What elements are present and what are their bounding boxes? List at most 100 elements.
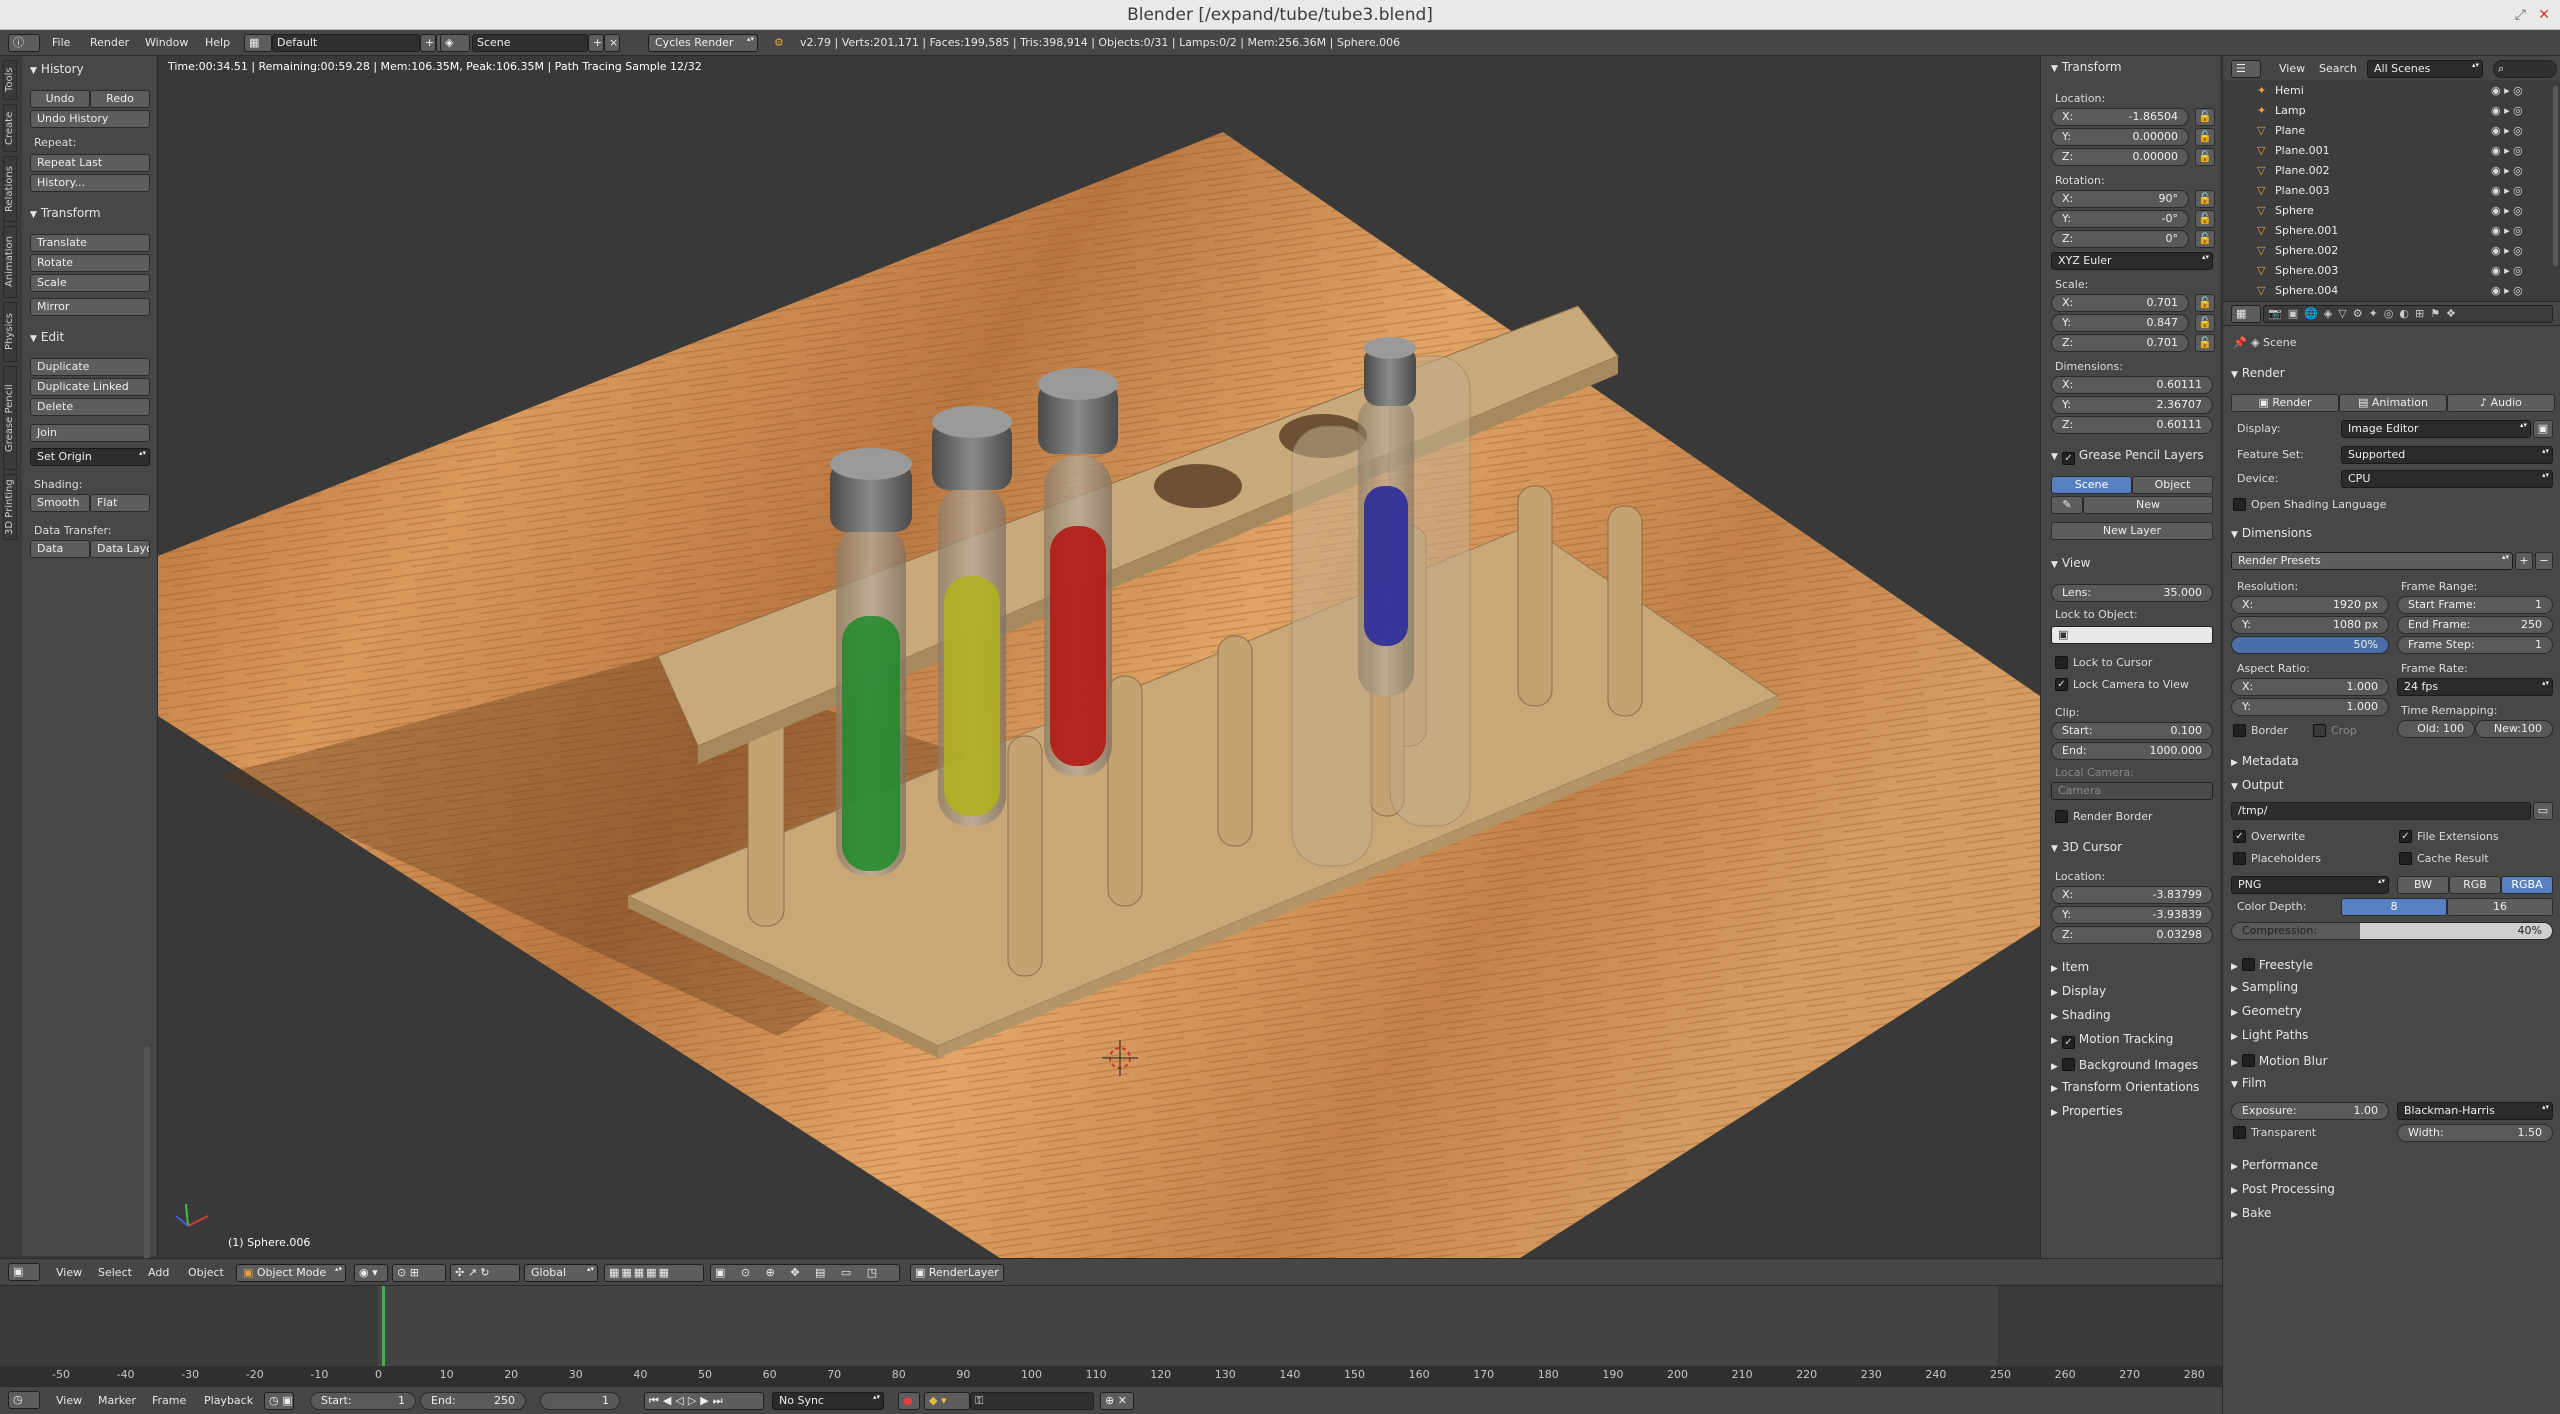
visibility-icon[interactable]: ◉ ▸ ◎ bbox=[2491, 164, 2523, 177]
data-button[interactable]: Data bbox=[30, 540, 90, 558]
add-scene-icon[interactable]: + bbox=[588, 34, 604, 52]
menu-help[interactable]: Help bbox=[205, 34, 230, 52]
aspect-x-field[interactable]: X: 1.000 bbox=[2231, 678, 2389, 696]
set-origin-select[interactable]: Set Origin bbox=[30, 448, 150, 466]
add-preset-icon[interactable]: + bbox=[2515, 552, 2533, 570]
transform-panel-header[interactable]: ▼ Transform bbox=[2051, 60, 2122, 74]
new-layer-button[interactable]: New Layer bbox=[2051, 522, 2213, 540]
history-panel-header[interactable]: ▼ History bbox=[30, 62, 84, 76]
outliner-item[interactable]: ▽ Sphere ◉ ▸ ◎ bbox=[2223, 202, 2548, 222]
film-panel-header[interactable]: ▼ Film bbox=[2231, 1076, 2266, 1090]
cache-result-checkbox[interactable] bbox=[2399, 852, 2412, 865]
menu-select[interactable]: Select bbox=[98, 1264, 132, 1282]
properties-panel-header[interactable]: ▶ Properties bbox=[2051, 1104, 2123, 1118]
aspect-y-field[interactable]: Y: 1.000 bbox=[2231, 698, 2389, 716]
grease-scene-toggle[interactable]: Scene bbox=[2051, 476, 2132, 494]
visibility-icon[interactable]: ◉ ▸ ◎ bbox=[2491, 84, 2523, 97]
cursor-x-field[interactable]: X: -3.83799 bbox=[2051, 886, 2213, 904]
visibility-icon[interactable]: ◉ ▸ ◎ bbox=[2491, 124, 2523, 137]
visibility-icon[interactable]: ◉ ▸ ◎ bbox=[2491, 224, 2523, 237]
keying-icons[interactable]: ◆ ▾ bbox=[924, 1392, 970, 1410]
color-bw-toggle[interactable]: BW bbox=[2397, 876, 2449, 894]
outliner-editor-type-icon[interactable]: ☰ bbox=[2231, 60, 2261, 78]
visibility-icon[interactable]: ◉ ▸ ◎ bbox=[2491, 104, 2523, 117]
motion-tracking-panel-header[interactable]: ▶ ✓ Motion Tracking bbox=[2051, 1032, 2173, 1049]
dimensions-z-field[interactable]: Z: 0.60111 bbox=[2051, 416, 2213, 434]
rotation-y-field[interactable]: Y: -0° bbox=[2051, 210, 2189, 228]
location-x-field[interactable]: X: -1.86504 bbox=[2051, 108, 2189, 126]
menu-render[interactable]: Render bbox=[90, 34, 129, 52]
delete-button[interactable]: Delete bbox=[30, 398, 150, 416]
transform-panel-header[interactable]: ▼ Transform bbox=[30, 206, 101, 220]
osl-checkbox[interactable] bbox=[2233, 498, 2246, 511]
lock-to-object-field[interactable]: ▣ bbox=[2051, 626, 2213, 644]
time-remap-new-field[interactable]: New:100 bbox=[2475, 720, 2553, 738]
scale-z-field[interactable]: Z: 0.701 bbox=[2051, 334, 2189, 352]
timeline-end-field[interactable]: End: 250 bbox=[420, 1392, 526, 1410]
grease-new-button[interactable]: New bbox=[2083, 496, 2213, 514]
tool-shelf-scrollbar[interactable] bbox=[144, 1046, 150, 1266]
view3d-editor-type-icon[interactable]: ▣ bbox=[8, 1263, 40, 1281]
record-icon[interactable]: ● bbox=[898, 1392, 920, 1410]
scene-field[interactable]: Scene bbox=[472, 34, 588, 52]
viewport-3d[interactable]: Time:00:34.51 | Remaining:00:59.28 | Mem… bbox=[158, 56, 2040, 1258]
outliner-item[interactable]: ▽ Sphere.003 ◉ ▸ ◎ bbox=[2223, 262, 2548, 282]
insert-delete-keyframe-icons[interactable]: ⊕ ✕ bbox=[1100, 1392, 1134, 1410]
join-button[interactable]: Join bbox=[30, 424, 150, 442]
folder-icon[interactable]: ▭ bbox=[2533, 802, 2553, 820]
history-button[interactable]: History... bbox=[30, 174, 150, 192]
outliner-item[interactable]: ▽ Sphere.001 ◉ ▸ ◎ bbox=[2223, 222, 2548, 242]
depth-8-toggle[interactable]: 8 bbox=[2341, 898, 2447, 916]
cursor-y-field[interactable]: Y: -3.93839 bbox=[2051, 906, 2213, 924]
viewport-shading-icon[interactable]: ◉ ▾ bbox=[354, 1264, 388, 1282]
mirror-button[interactable]: Mirror bbox=[30, 298, 150, 316]
sampling-panel-header[interactable]: ▶ Sampling bbox=[2231, 980, 2298, 994]
timeline-menu-frame[interactable]: Frame bbox=[152, 1392, 186, 1410]
menu-add[interactable]: Add bbox=[148, 1264, 169, 1282]
tab-animation[interactable]: Animation bbox=[3, 226, 17, 298]
dimensions-y-field[interactable]: Y: 2.36707 bbox=[2051, 396, 2213, 414]
outliner-search-input[interactable]: ⌕ bbox=[2493, 60, 2557, 78]
start-frame-field[interactable]: Start Frame: 1 bbox=[2397, 596, 2553, 614]
rotation-mode-select[interactable]: XYZ Euler bbox=[2051, 252, 2213, 270]
placeholders-checkbox[interactable] bbox=[2233, 852, 2246, 865]
timeline-menu-view[interactable]: View bbox=[56, 1392, 82, 1410]
data-layout-button[interactable]: Data Layo bbox=[90, 540, 150, 558]
tab-tools[interactable]: Tools bbox=[3, 60, 17, 100]
properties-context-tabs[interactable]: 📷▣🌐◈▽⚙✦◎◐⊞⚑❖ bbox=[2263, 305, 2553, 323]
timeline-menu-playback[interactable]: Playback bbox=[204, 1392, 253, 1410]
outliner-item[interactable]: ✦ Lamp ◉ ▸ ◎ bbox=[2223, 102, 2548, 122]
resolution-y-field[interactable]: Y: 1080 px bbox=[2231, 616, 2389, 634]
outliner-item[interactable]: ▽ Plane ◉ ▸ ◎ bbox=[2223, 122, 2548, 142]
outliner-scrollbar[interactable] bbox=[2553, 86, 2558, 266]
lens-field[interactable]: Lens: 35.000 bbox=[2051, 584, 2213, 602]
tab-relations[interactable]: Relations bbox=[3, 156, 17, 222]
layers-grid[interactable]: ▦▦▦▦▦ bbox=[604, 1264, 704, 1282]
smooth-button[interactable]: Smooth bbox=[30, 494, 90, 512]
motion-blur-panel-header[interactable]: ▶ Motion Blur bbox=[2231, 1052, 2328, 1068]
timeline-menu-marker[interactable]: Marker bbox=[98, 1392, 136, 1410]
timeline-editor-type-icon[interactable]: ◷ bbox=[8, 1391, 40, 1409]
screen-layout-field[interactable]: Default bbox=[272, 34, 420, 52]
lock-location-y-icon[interactable]: 🔓 bbox=[2195, 128, 2215, 146]
freestyle-panel-header[interactable]: ▶ Freestyle bbox=[2231, 956, 2313, 972]
display-select[interactable]: Image Editor bbox=[2341, 420, 2531, 438]
tab-create[interactable]: Create bbox=[3, 104, 17, 152]
tab-grease-pencil[interactable]: Grease Pencil bbox=[3, 366, 17, 470]
dimensions-x-field[interactable]: X: 0.60111 bbox=[2051, 376, 2213, 394]
file-format-select[interactable]: PNG bbox=[2231, 876, 2389, 894]
render-border-checkbox[interactable] bbox=[2055, 810, 2068, 823]
visibility-icon[interactable]: ◉ ▸ ◎ bbox=[2491, 144, 2523, 157]
item-panel-header[interactable]: ▶ Item bbox=[2051, 960, 2089, 974]
outliner-item[interactable]: ▽ Sphere.004 ◉ ▸ ◎ bbox=[2223, 282, 2548, 302]
render-layer-field[interactable]: ▣ RenderLayer bbox=[910, 1264, 1004, 1282]
resolution-x-field[interactable]: X: 1920 px bbox=[2231, 596, 2389, 614]
menu-view[interactable]: View bbox=[56, 1264, 82, 1282]
visibility-icon[interactable]: ◉ ▸ ◎ bbox=[2491, 264, 2523, 277]
performance-panel-header[interactable]: ▶ Performance bbox=[2231, 1158, 2318, 1172]
outliner-item[interactable]: ▽ Plane.001 ◉ ▸ ◎ bbox=[2223, 142, 2548, 162]
scale-x-field[interactable]: X: 0.701 bbox=[2051, 294, 2189, 312]
background-images-panel-header[interactable]: ▶ Background Images bbox=[2051, 1056, 2198, 1072]
current-frame-field[interactable]: 1 bbox=[540, 1392, 620, 1410]
border-checkbox[interactable] bbox=[2233, 724, 2246, 737]
